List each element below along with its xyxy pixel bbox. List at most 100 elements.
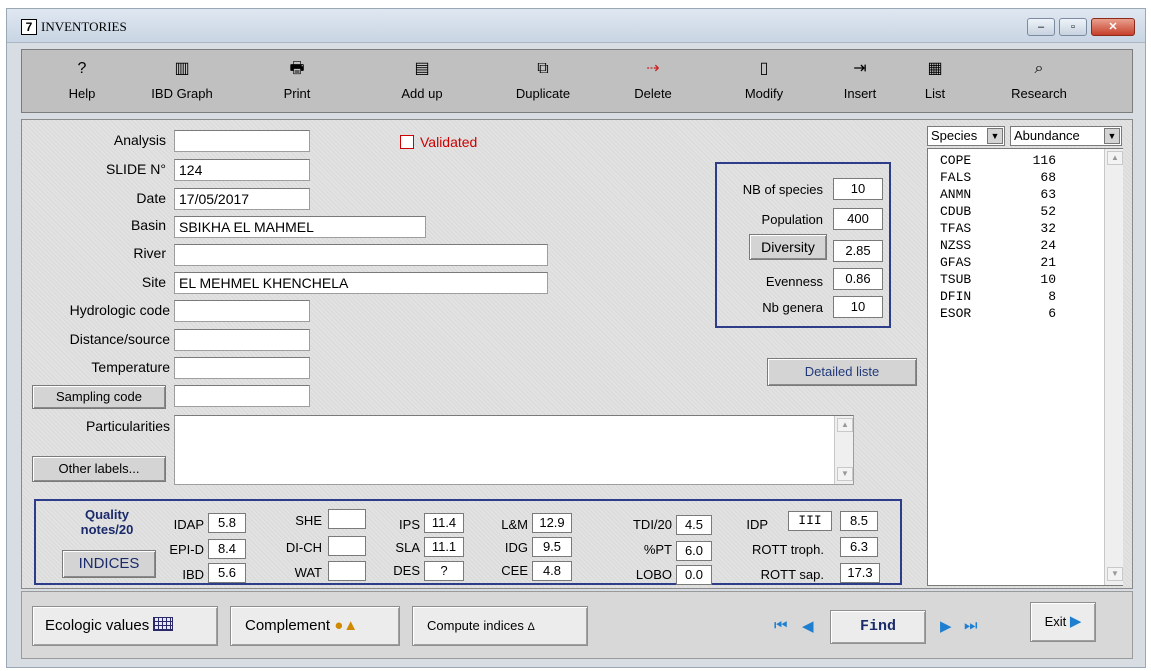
- help-label: Help: [68, 86, 96, 101]
- sampling-code-field[interactable]: [174, 385, 310, 407]
- evenness-label: Evenness: [765, 274, 823, 289]
- first-record-icon[interactable]: ⏮: [774, 617, 788, 634]
- research-button[interactable]: ⌕ Research: [994, 50, 1084, 112]
- species-abundance: 52: [1040, 204, 1056, 219]
- delete-button[interactable]: ⇢ Delete: [616, 50, 690, 112]
- research-icon: ⌕: [1034, 60, 1044, 77]
- scroll-up-icon[interactable]: ▲: [837, 418, 853, 432]
- ibd-graph-button[interactable]: ▥ IBD Graph: [134, 50, 230, 112]
- cee-value: 4.8: [532, 561, 572, 581]
- last-record-icon[interactable]: ⏭: [964, 617, 978, 634]
- maximize-button[interactable]: ▫: [1059, 18, 1087, 36]
- she-value: [328, 509, 366, 529]
- research-label: Research: [1011, 86, 1067, 101]
- dich-value: [328, 536, 366, 556]
- analysis-label: Analysis: [113, 132, 166, 148]
- idp-class-value: III: [788, 511, 832, 531]
- toolbar: ? Help ▥ IBD Graph 🖶 Print ▤ Add up ⧉ Du…: [21, 49, 1133, 113]
- particularities-scrollbar[interactable]: ▲ ▼: [834, 416, 853, 484]
- delete-icon: ⇢: [646, 60, 660, 77]
- species-list-scrollbar[interactable]: ▲ ▼: [1104, 149, 1123, 585]
- particularities-field[interactable]: [174, 415, 854, 485]
- species-abundance: 21: [1040, 255, 1056, 270]
- ecologic-values-button[interactable]: Ecologic values: [32, 606, 218, 646]
- species-code: GFAS: [940, 255, 972, 270]
- find-button[interactable]: Find: [830, 610, 926, 644]
- list-icon: ▦: [927, 60, 943, 77]
- close-button[interactable]: ✕: [1091, 18, 1135, 36]
- modify-button[interactable]: ▯ Modify: [728, 50, 800, 112]
- scroll-down-icon[interactable]: ▼: [837, 467, 853, 481]
- species-code: TSUB: [940, 272, 972, 287]
- hydrologic-code-field[interactable]: [174, 300, 310, 322]
- slide-field[interactable]: 124: [174, 159, 310, 181]
- duplicate-label: Duplicate: [515, 86, 571, 101]
- scroll-down-icon[interactable]: ▼: [1107, 567, 1123, 581]
- basin-field[interactable]: SBIKHA EL MAHMEL: [174, 216, 426, 238]
- next-record-icon[interactable]: ▶: [940, 617, 952, 635]
- nb-species-value: 10: [833, 178, 883, 200]
- evenness-value: 0.86: [833, 268, 883, 290]
- scroll-up-icon[interactable]: ▲: [1107, 151, 1123, 165]
- lobo-label: LOBO: [635, 567, 672, 582]
- idg-label: IDG: [504, 540, 528, 555]
- complement-button[interactable]: Complement ●▲: [230, 606, 400, 646]
- indices-formula-icon: Δ: [527, 621, 535, 633]
- epid-label: EPI-D: [169, 542, 204, 557]
- ibd-graph-label: IBD Graph: [151, 86, 213, 101]
- species-code: NZSS: [940, 238, 972, 253]
- date-field[interactable]: 17/05/2017: [174, 188, 310, 210]
- validated-checkbox[interactable]: [400, 135, 414, 149]
- delete-label: Delete: [634, 86, 672, 101]
- other-labels-button[interactable]: Other labels...: [32, 456, 166, 482]
- analysis-field[interactable]: [174, 130, 310, 152]
- date-label: Date: [136, 190, 166, 206]
- idap-label: IDAP: [173, 517, 204, 532]
- wat-label: WAT: [294, 565, 322, 580]
- chevron-down-icon[interactable]: ▼: [1104, 128, 1120, 144]
- site-field[interactable]: EL MEHMEL KHENCHELA: [174, 272, 548, 294]
- abundance-column-select[interactable]: Abundance ▼: [1010, 126, 1122, 146]
- lm-label: L&M: [501, 517, 528, 532]
- detailed-liste-button[interactable]: Detailed liste: [767, 358, 917, 386]
- species-list[interactable]: COPE 116 FALS 68 ANMN 63 CDUB 52 TFAS 32 NZSS…: [927, 148, 1123, 586]
- compute-indices-button[interactable]: Compute indices Δ: [412, 606, 588, 646]
- duplicate-button[interactable]: ⧉ Duplicate: [498, 50, 588, 112]
- river-field[interactable]: [174, 244, 548, 266]
- pt-value: 6.0: [676, 541, 712, 561]
- temperature-field[interactable]: [174, 357, 310, 379]
- species-code: TFAS: [940, 221, 972, 236]
- lobo-value: 0.0: [676, 565, 712, 585]
- she-label: SHE: [295, 513, 322, 528]
- help-button[interactable]: ? Help: [52, 50, 112, 112]
- indices-button[interactable]: INDICES: [62, 550, 156, 578]
- nb-species-label: NB of species: [742, 182, 823, 197]
- validated-label: Validated: [420, 134, 478, 150]
- window-title: INVENTORIES: [41, 19, 127, 34]
- modify-label: Modify: [744, 86, 784, 101]
- species-abundance: 8: [1048, 289, 1056, 304]
- add-up-button[interactable]: ▤ Add up: [382, 50, 462, 112]
- nb-genera-label: Nb genera: [762, 300, 823, 315]
- cee-label: CEE: [501, 563, 528, 578]
- idp-value: 8.5: [840, 511, 878, 531]
- previous-record-icon[interactable]: ◀: [802, 617, 814, 635]
- printer-icon: 🖶: [289, 60, 305, 77]
- insert-button[interactable]: ⇥ Insert: [828, 50, 892, 112]
- species-column-select[interactable]: Species ▼: [927, 126, 1005, 146]
- form-panel: Analysis SLIDE N° 124 Date 17/05/2017 Ba…: [21, 119, 1133, 589]
- list-button[interactable]: ▦ List: [914, 50, 956, 112]
- chevron-down-icon[interactable]: ▼: [987, 128, 1003, 144]
- exit-button[interactable]: Exit ▶: [1030, 602, 1096, 642]
- minimize-button[interactable]: –: [1027, 18, 1055, 36]
- print-button[interactable]: 🖶 Print: [262, 50, 332, 112]
- species-abundance: 6: [1048, 306, 1056, 321]
- distance-source-field[interactable]: [174, 329, 310, 351]
- diversity-button[interactable]: Diversity: [749, 234, 827, 260]
- help-icon: ?: [77, 60, 87, 77]
- sla-value: 11.1: [424, 537, 464, 557]
- sampling-code-button[interactable]: Sampling code: [32, 385, 166, 409]
- modify-icon: ▯: [759, 60, 769, 77]
- bottom-bar: Ecologic values Complement ●▲ Compute in…: [21, 591, 1133, 659]
- hydrologic-code-label: Hydrologic code: [69, 302, 170, 318]
